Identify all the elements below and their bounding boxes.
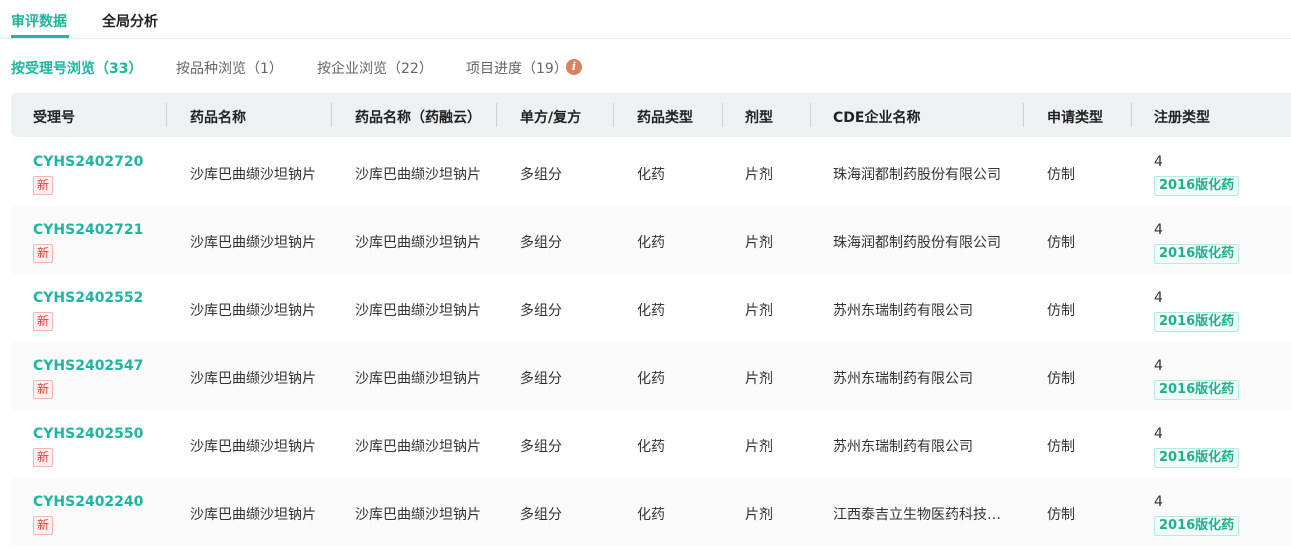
acceptance-no-link[interactable]: CYHS2402550 [33, 426, 143, 442]
drug-name: 沙库巴曲缬沙坦钠片 [190, 303, 316, 319]
col-acceptance-no[interactable]: 受理号 [33, 107, 75, 127]
reg-type-tag: 2016版化药 [1154, 312, 1240, 332]
drug-name: 沙库巴曲缬沙坦钠片 [190, 167, 316, 183]
company-name[interactable]: 珠海润都制药股份有限公司 [833, 164, 1001, 184]
drug-type: 化药 [637, 235, 665, 251]
apply-type: 仿制 [1047, 371, 1075, 387]
drug-name-yrc: 沙库巴曲缬沙坦钠片 [355, 507, 481, 523]
drug-name-yrc: 沙库巴曲缬沙坦钠片 [355, 235, 481, 251]
drug-name-yrc: 沙库巴曲缬沙坦钠片 [355, 167, 481, 183]
drug-name: 沙库巴曲缬沙坦钠片 [190, 439, 316, 455]
table-row[interactable]: CYHS2402550 新 沙库巴曲缬沙坦钠片 沙库巴曲缬沙坦钠片 多组分 化药… [11, 410, 1291, 478]
reg-type-tag: 2016版化药 [1154, 448, 1240, 468]
reg-class: 4 [1154, 426, 1163, 442]
reg-class: 4 [1154, 358, 1163, 374]
dosage-form: 片剂 [745, 439, 773, 455]
drug-type: 化药 [637, 439, 665, 455]
acceptance-no-link[interactable]: CYHS2402720 [33, 154, 143, 170]
info-icon[interactable]: i [566, 59, 582, 75]
column-divider [810, 103, 811, 127]
new-badge: 新 [33, 380, 54, 399]
acceptance-no-link[interactable]: CYHS2402547 [33, 358, 143, 374]
compound: 多组分 [520, 371, 562, 387]
new-badge: 新 [33, 448, 54, 467]
dosage-form: 片剂 [745, 167, 773, 183]
col-reg-type[interactable]: 注册类型 [1154, 107, 1210, 127]
acceptance-no-link[interactable]: CYHS2402552 [33, 290, 143, 306]
compound: 多组分 [520, 167, 562, 183]
reg-type-tag: 2016版化药 [1154, 516, 1240, 536]
col-drug-type[interactable]: 药品类型 [637, 107, 693, 127]
new-badge: 新 [33, 312, 54, 331]
reg-class: 4 [1154, 222, 1163, 238]
dosage-form: 片剂 [745, 235, 773, 251]
active-tab-indicator [11, 35, 69, 38]
acceptance-no-link[interactable]: CYHS2402721 [33, 222, 143, 238]
compound: 多组分 [520, 507, 562, 523]
col-company[interactable]: CDE企业名称 [833, 107, 920, 127]
tab-global-analysis[interactable]: 全局分析 [102, 11, 158, 31]
company-name[interactable]: 苏州东瑞制药有限公司 [833, 300, 973, 320]
reg-class: 4 [1154, 290, 1163, 306]
subtab-by-variety[interactable]: 按品种浏览（1） [176, 58, 283, 78]
table-row[interactable]: CYHS2402547 新 沙库巴曲缬沙坦钠片 沙库巴曲缬沙坦钠片 多组分 化药… [11, 342, 1291, 410]
drug-name: 沙库巴曲缬沙坦钠片 [190, 371, 316, 387]
col-dosage-form[interactable]: 剂型 [745, 107, 773, 127]
subtab-by-acceptance-no[interactable]: 按受理号浏览（33） [11, 58, 142, 78]
top-tabs: 审评数据 全局分析 [0, 0, 1291, 39]
drug-type: 化药 [637, 371, 665, 387]
dosage-form: 片剂 [745, 303, 773, 319]
column-divider [613, 103, 614, 127]
new-badge: 新 [33, 176, 54, 195]
column-divider [166, 103, 167, 127]
apply-type: 仿制 [1047, 439, 1075, 455]
apply-type: 仿制 [1047, 167, 1075, 183]
table-header: 受理号 药品名称 药品名称（药融云） 单方/复方 药品类型 剂型 CDE企业名称… [11, 93, 1291, 137]
new-badge: 新 [33, 244, 54, 263]
drug-name-yrc: 沙库巴曲缬沙坦钠片 [355, 371, 481, 387]
reg-type-tag: 2016版化药 [1154, 244, 1240, 264]
new-badge: 新 [33, 516, 54, 535]
company-name[interactable]: 江西泰吉立生物医药科技… [833, 504, 1001, 524]
company-name[interactable]: 苏州东瑞制药有限公司 [833, 368, 973, 388]
apply-type: 仿制 [1047, 235, 1075, 251]
column-divider [1131, 103, 1132, 127]
reg-type-tag: 2016版化药 [1154, 380, 1240, 400]
table-row[interactable]: CYHS2402240 新 沙库巴曲缬沙坦钠片 沙库巴曲缬沙坦钠片 多组分 化药… [11, 478, 1291, 546]
reg-type-tag: 2016版化药 [1154, 176, 1240, 196]
dosage-form: 片剂 [745, 507, 773, 523]
subtab-by-company[interactable]: 按企业浏览（22） [317, 58, 433, 78]
col-compound[interactable]: 单方/复方 [520, 107, 581, 127]
col-drug-name-yrc[interactable]: 药品名称（药融云） [355, 107, 481, 127]
compound: 多组分 [520, 303, 562, 319]
compound: 多组分 [520, 439, 562, 455]
drug-type: 化药 [637, 303, 665, 319]
column-divider [331, 103, 332, 127]
acceptance-no-link[interactable]: CYHS2402240 [33, 494, 143, 510]
drug-type: 化药 [637, 167, 665, 183]
column-divider [1023, 103, 1024, 127]
drug-type: 化药 [637, 507, 665, 523]
tab-review-data[interactable]: 审评数据 [11, 11, 67, 31]
company-name[interactable]: 苏州东瑞制药有限公司 [833, 436, 973, 456]
subtab-project-progress[interactable]: 项目进度（19） [466, 58, 568, 78]
drug-name: 沙库巴曲缬沙坦钠片 [190, 235, 316, 251]
dosage-form: 片剂 [745, 371, 773, 387]
compound: 多组分 [520, 235, 562, 251]
apply-type: 仿制 [1047, 303, 1075, 319]
table-row[interactable]: CYHS2402720 新 沙库巴曲缬沙坦钠片 沙库巴曲缬沙坦钠片 多组分 化药… [11, 138, 1291, 206]
drug-name: 沙库巴曲缬沙坦钠片 [190, 507, 316, 523]
column-divider [722, 103, 723, 127]
table-row[interactable]: CYHS2402721 新 沙库巴曲缬沙坦钠片 沙库巴曲缬沙坦钠片 多组分 化药… [11, 206, 1291, 274]
column-divider [496, 103, 497, 127]
col-apply-type[interactable]: 申请类型 [1047, 107, 1103, 127]
reg-class: 4 [1154, 154, 1163, 170]
reg-class: 4 [1154, 494, 1163, 510]
col-drug-name[interactable]: 药品名称 [190, 107, 246, 127]
company-name[interactable]: 珠海润都制药股份有限公司 [833, 232, 1001, 252]
table-row[interactable]: CYHS2402552 新 沙库巴曲缬沙坦钠片 沙库巴曲缬沙坦钠片 多组分 化药… [11, 274, 1291, 342]
drug-name-yrc: 沙库巴曲缬沙坦钠片 [355, 439, 481, 455]
apply-type: 仿制 [1047, 507, 1075, 523]
drug-name-yrc: 沙库巴曲缬沙坦钠片 [355, 303, 481, 319]
